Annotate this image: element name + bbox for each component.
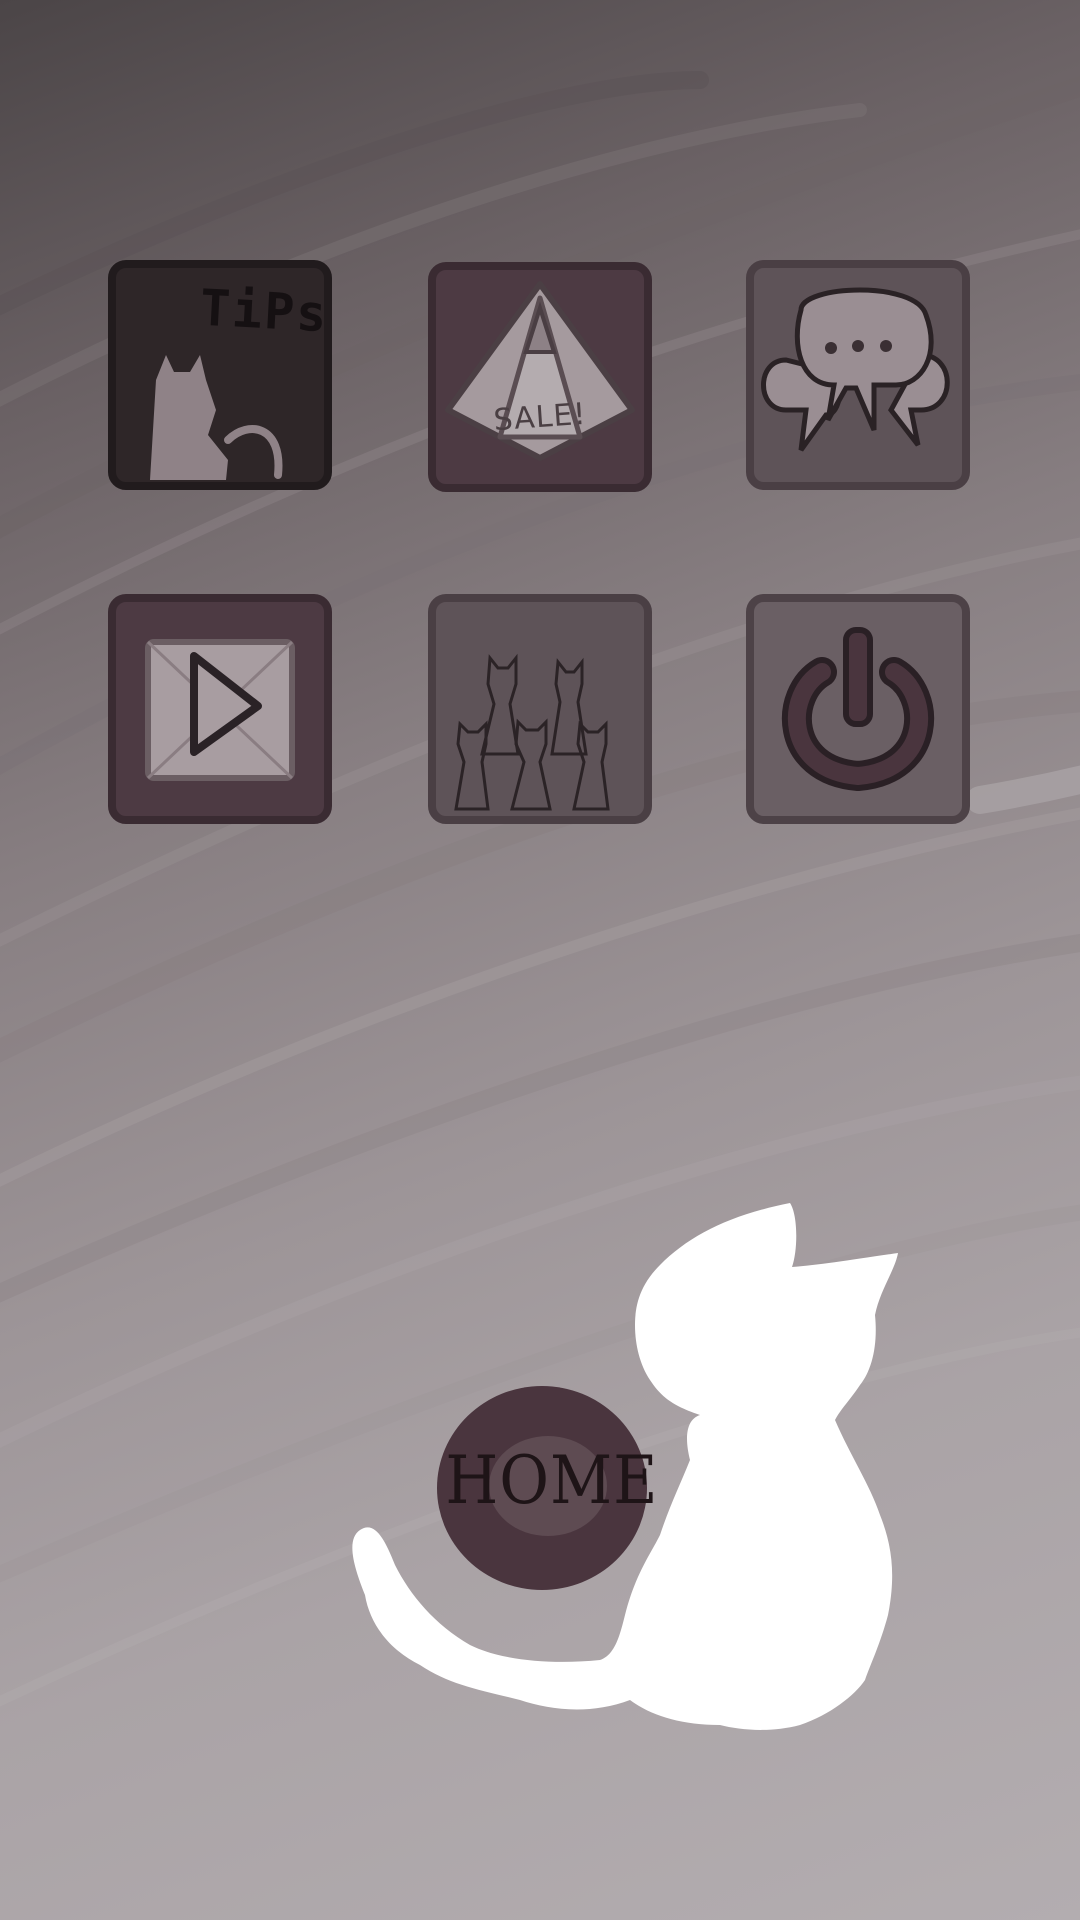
chat-button[interactable]	[746, 260, 970, 490]
play-button[interactable]	[108, 594, 332, 824]
home-button[interactable]: HOME	[437, 1386, 659, 1590]
sale-label: SALE!	[492, 396, 588, 439]
game-menu-screen: TiPs SALE! HOME	[0, 0, 1080, 1920]
tips-button[interactable]: TiPs	[108, 260, 332, 490]
speech-bubbles-icon	[746, 260, 970, 490]
power-icon	[746, 594, 970, 824]
cat-group-icon	[428, 594, 652, 824]
tips-label: TiPs	[198, 278, 330, 344]
shop-button[interactable]: SALE!	[428, 262, 652, 492]
sale-tag-icon	[428, 262, 652, 492]
cats-button[interactable]	[428, 594, 652, 824]
power-button[interactable]	[746, 594, 970, 824]
home-label: HOME	[445, 1442, 659, 1519]
play-icon	[108, 594, 332, 824]
